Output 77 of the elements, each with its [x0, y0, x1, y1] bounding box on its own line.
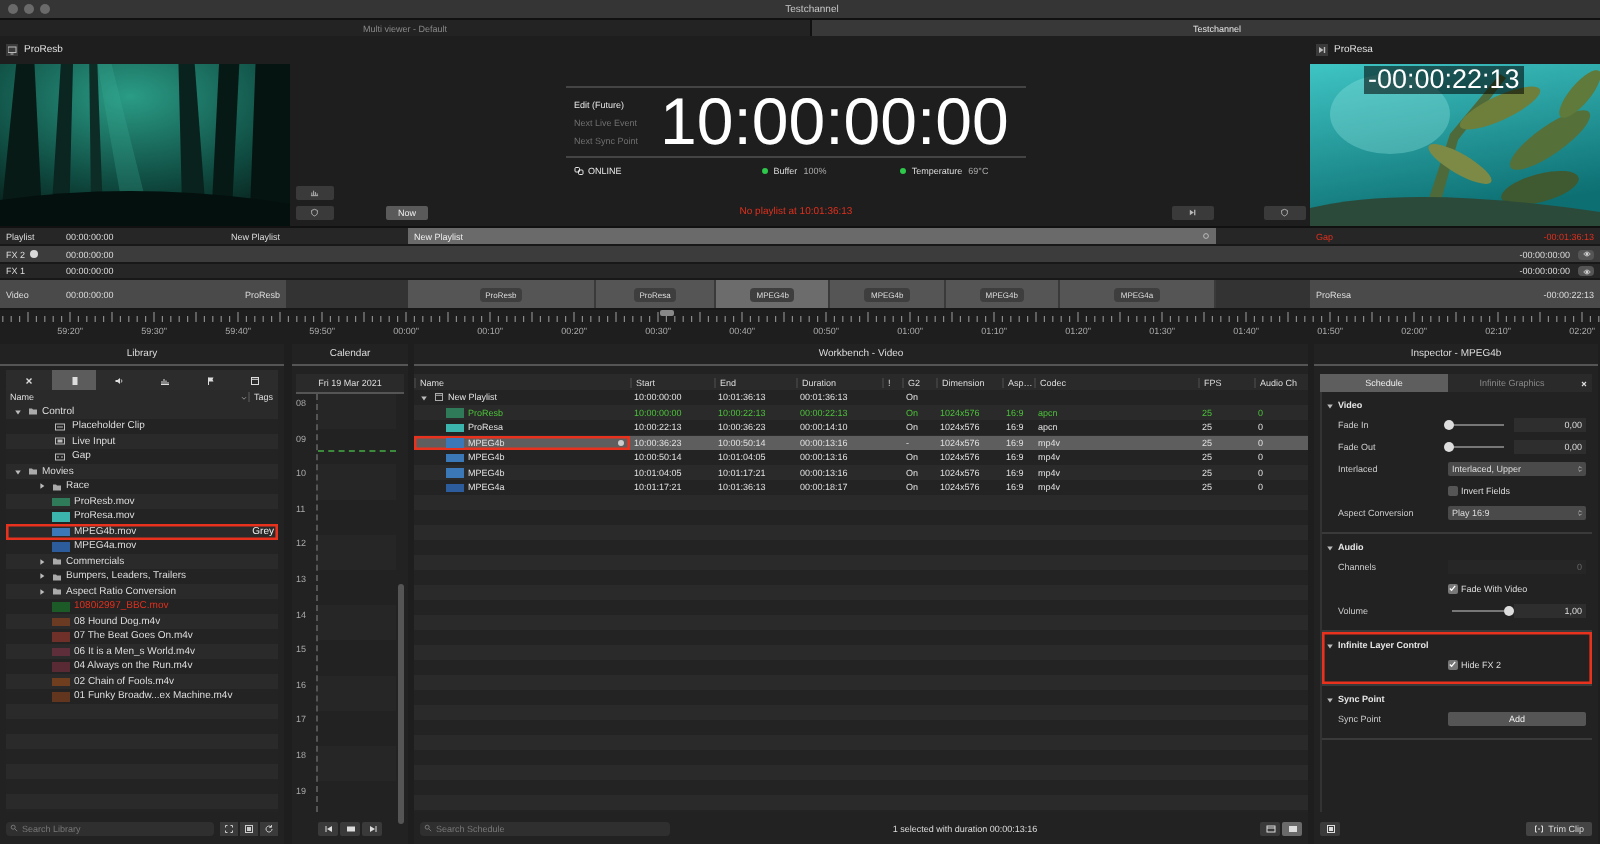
square-icon — [1325, 823, 1335, 833]
view-button[interactable] — [1260, 821, 1280, 835]
skip-icon — [1188, 208, 1198, 218]
skip-icon — [1316, 44, 1328, 56]
stepper-icon — [1576, 508, 1584, 518]
slider-thumb[interactable] — [1443, 442, 1453, 452]
gap-icon — [52, 451, 68, 462]
current-time-line — [318, 450, 396, 452]
previous-icon — [323, 823, 333, 833]
chart-button[interactable] — [296, 186, 334, 200]
previous-button[interactable] — [318, 821, 338, 835]
next-button[interactable] — [362, 821, 382, 835]
slider-thumb[interactable] — [1503, 606, 1513, 616]
checkbox[interactable] — [1448, 486, 1457, 496]
window-icon — [250, 375, 261, 385]
timecode: 10:00:00:00 — [660, 88, 1009, 156]
visibility-button[interactable] — [1578, 249, 1594, 259]
chart-icon — [310, 188, 320, 198]
chevron-icon — [240, 393, 248, 401]
disclosure-triangle-icon[interactable] — [1326, 543, 1334, 551]
folder-icon — [28, 406, 38, 417]
window-icon — [434, 392, 444, 403]
layout-icon — [1265, 823, 1275, 833]
square-icon — [244, 823, 254, 833]
circle-icon — [1202, 232, 1210, 240]
scroll-handle[interactable] — [660, 310, 674, 316]
link-icon — [574, 166, 584, 176]
close-icon — [23, 375, 34, 385]
placeholder-icon — [52, 421, 68, 432]
skip-button[interactable] — [1172, 206, 1214, 220]
shield-button[interactable] — [296, 206, 334, 220]
rectangle-icon — [345, 823, 355, 833]
flag-icon — [205, 375, 216, 385]
scrollbar[interactable] — [397, 584, 403, 824]
frame-icon — [224, 823, 234, 833]
trim-icon — [1534, 823, 1545, 833]
close-icon — [1580, 379, 1588, 387]
eye-icon — [1581, 250, 1591, 258]
track-marker[interactable] — [29, 250, 38, 258]
folder-icon — [28, 466, 38, 477]
frame-button[interactable] — [220, 821, 238, 835]
checkbox[interactable] — [1448, 660, 1457, 670]
disclosure-triangle-icon[interactable] — [1326, 641, 1334, 649]
shield-icon — [310, 208, 320, 218]
next-icon — [367, 823, 377, 833]
shield-icon — [1280, 208, 1290, 218]
disclosure-triangle-icon[interactable] — [38, 587, 46, 596]
refresh-icon — [264, 823, 274, 833]
slider-thumb[interactable] — [1443, 420, 1453, 430]
checkbox[interactable] — [1448, 584, 1457, 594]
monitor-icon — [6, 44, 18, 56]
stepper-icon — [1576, 464, 1584, 474]
slider[interactable] — [1448, 606, 1508, 616]
chart-icon — [159, 375, 170, 385]
small-button[interactable] — [1320, 821, 1340, 835]
live-input-icon — [52, 436, 68, 447]
visibility-button[interactable] — [1578, 266, 1594, 276]
slider[interactable] — [1448, 420, 1508, 430]
library-tab[interactable] — [51, 370, 97, 390]
eye-icon — [1581, 267, 1591, 275]
today-button[interactable] — [340, 821, 360, 835]
document-icon — [69, 375, 79, 385]
countdown-timecode: -00:00:22:13 — [1364, 66, 1524, 94]
refresh-button[interactable] — [260, 821, 278, 835]
speaker-icon — [114, 375, 125, 385]
disclosure-triangle-icon[interactable] — [38, 572, 46, 581]
disclosure-triangle-icon[interactable] — [1326, 401, 1334, 409]
view-button[interactable] — [1282, 821, 1302, 835]
disclosure-triangle-icon[interactable] — [38, 557, 46, 566]
disclosure-triangle-icon[interactable] — [1326, 695, 1334, 703]
folder-icon — [52, 481, 62, 492]
shield-button[interactable] — [1264, 206, 1306, 220]
circle-icon — [618, 439, 624, 446]
slider[interactable] — [1448, 442, 1508, 452]
disclosure-triangle-icon[interactable] — [38, 482, 46, 491]
preview-button[interactable] — [240, 821, 258, 835]
layout-icon — [1287, 823, 1297, 833]
